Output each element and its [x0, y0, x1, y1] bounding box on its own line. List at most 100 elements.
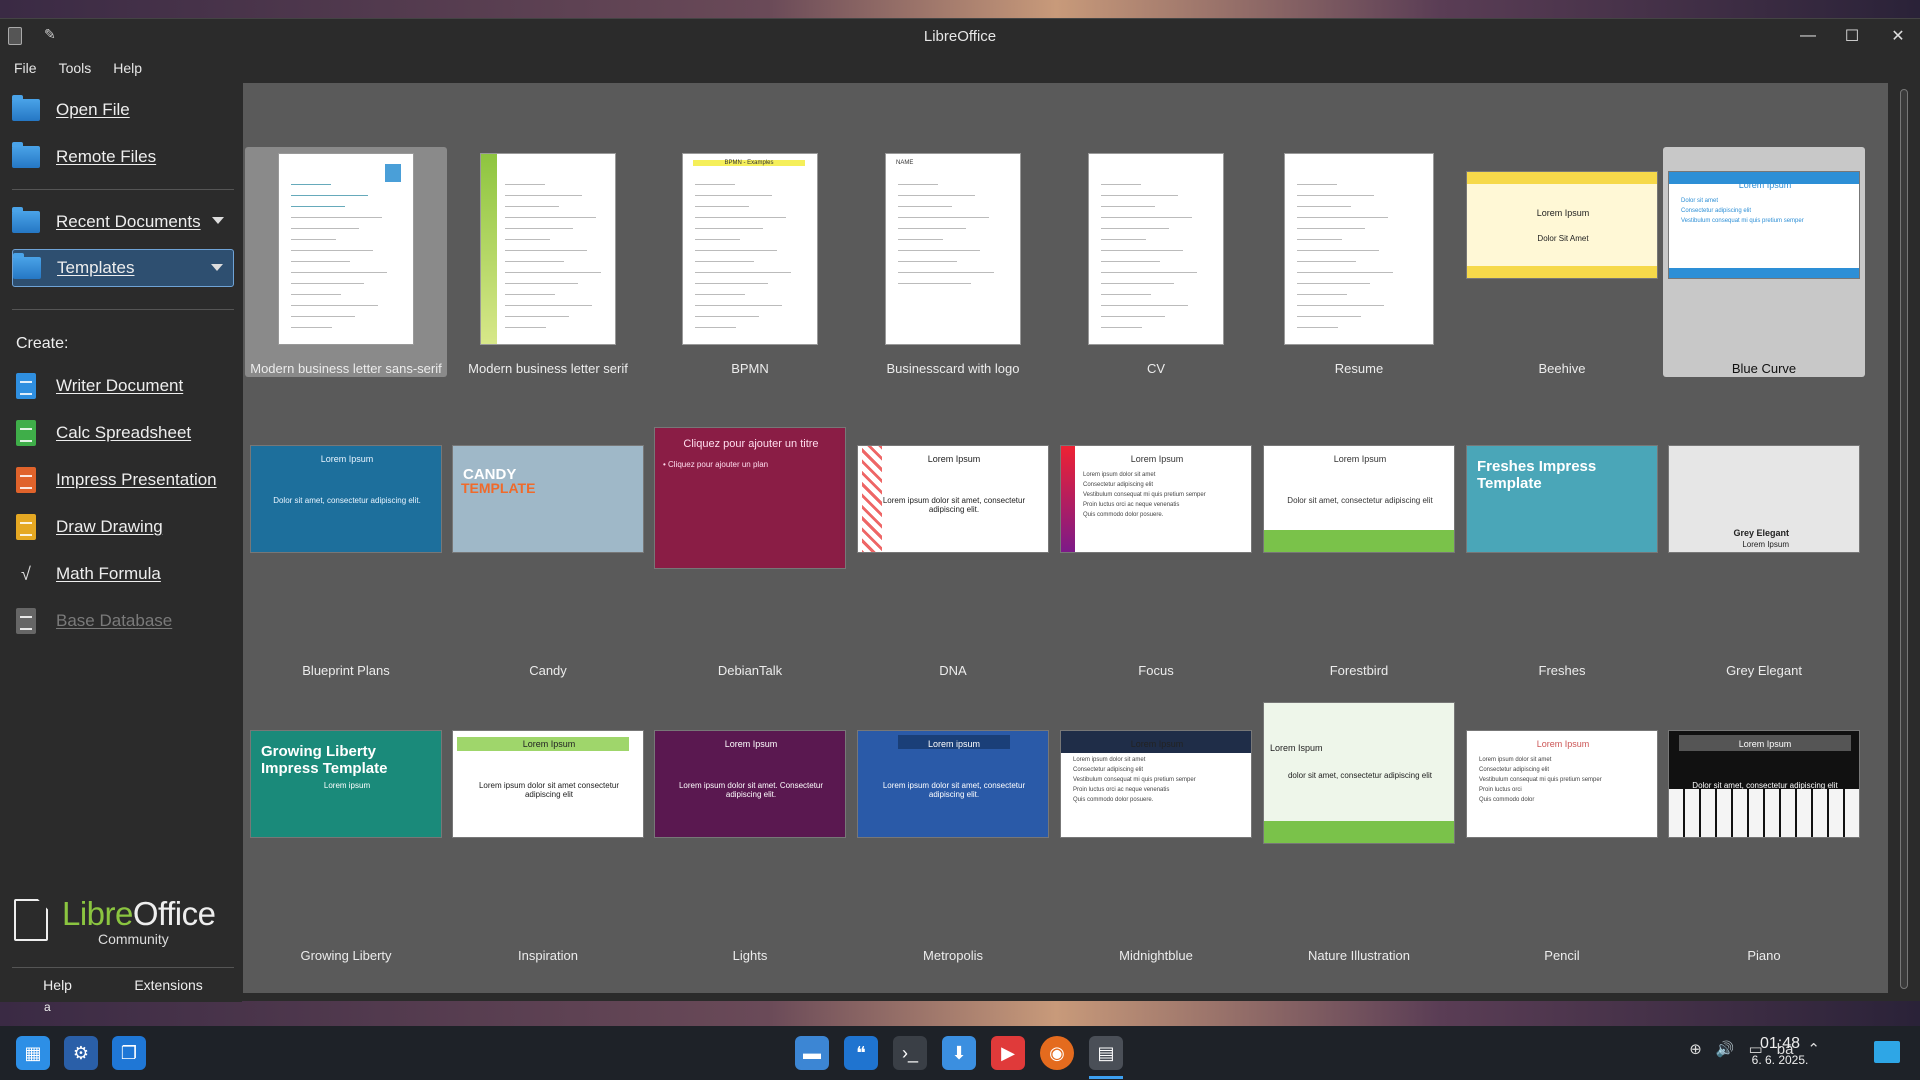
thumbnail-bullet: Consectetur adipiscing elit: [1479, 767, 1550, 773]
thumbnail-title: Lorem Ipsum: [1738, 180, 1792, 190]
draw-icon: [12, 513, 40, 541]
thumbnail-title: Lorem Ipsum: [724, 739, 778, 749]
calc-spreadsheet-button[interactable]: Calc Spreadsheet: [12, 414, 234, 452]
volume-icon[interactable]: 🔊: [1716, 1040, 1735, 1058]
thumbnail-title: Lorem Ipsum: [522, 739, 576, 749]
template-tile[interactable]: Modern business letter serif: [447, 147, 649, 377]
thumbnail-subtitle: • Cliquez pour ajouter un plan: [663, 460, 769, 469]
app-launcher-icon[interactable]: ▦: [16, 1036, 50, 1070]
recent-icon: [12, 207, 40, 236]
open-file-button[interactable]: Open File: [12, 91, 234, 129]
template-tile[interactable]: NAME Businesscard with logo: [852, 147, 1054, 377]
template-thumbnail: [480, 153, 616, 345]
recent-documents-button[interactable]: Recent Documents: [12, 203, 234, 241]
calc-icon: [12, 419, 40, 447]
template-tile[interactable]: Lorem Ipsum Lorem ipsum dolor sit amet co…: [447, 706, 649, 963]
template-tile[interactable]: Lorem Ipsum Lorem ipsum dolor sit amet. C…: [649, 706, 851, 963]
thumbnail-subtitle: TEMPLATE: [461, 480, 536, 496]
template-tile[interactable]: Grey Elegant Lorem Ipsum Grey Elegant: [1663, 421, 1865, 678]
math-formula-button[interactable]: √ Math Formula: [12, 555, 234, 593]
template-name: Resume: [1334, 361, 1384, 376]
impress-presentation-button[interactable]: Impress Presentation: [12, 461, 234, 499]
menu-file[interactable]: File: [6, 60, 51, 76]
templates-button[interactable]: Templates: [12, 249, 234, 287]
recent-documents-label: Recent Documents: [56, 212, 201, 231]
template-name: Focus: [1138, 663, 1174, 678]
libreoffice-window: ✎ LibreOffice — ☐ ✕ File Tools Help Open…: [0, 18, 1920, 1002]
template-tile[interactable]: Cliquez pour ajouter un titre • Cliquez p…: [649, 421, 851, 678]
file-manager-icon[interactable]: ▬: [795, 1036, 829, 1070]
maximize-button[interactable]: ☐: [1838, 25, 1866, 47]
template-tile[interactable]: Freshes Impress Template Freshes: [1461, 421, 1663, 678]
template-tile[interactable]: Modern business letter sans-serif: [245, 147, 447, 377]
template-tile[interactable]: BPMN - Examples BPMN: [649, 147, 851, 377]
template-tile[interactable]: Lorem Ipsum Dolor sit amet, consectetur a…: [1663, 706, 1865, 963]
thumbnail-subtitle: Lorem ipsum: [323, 781, 371, 790]
chevron-down-icon[interactable]: [211, 264, 223, 271]
title-bar[interactable]: ✎ LibreOffice — ☐ ✕: [0, 19, 1920, 53]
clock-date: 6. 6. 2025.: [1751, 1053, 1809, 1067]
thumbnail-bullet: Vestibulum consequat mi quis pretium sem…: [1073, 777, 1196, 783]
firefox-icon[interactable]: ◉: [1040, 1036, 1074, 1070]
updates-icon[interactable]: ⬇: [942, 1036, 976, 1070]
close-button[interactable]: ✕: [1884, 25, 1912, 47]
media-player-icon[interactable]: ▶: [991, 1036, 1025, 1070]
template-tile[interactable]: Lorem Ipsum Lorem ipsum dolor sit amet Con…: [1055, 421, 1257, 678]
thumbnail-bullet: Lorem ipsum dolor sit amet: [1073, 757, 1146, 763]
thumbnail-bullet: Vestibulum consequat mi quis pretium sem…: [1083, 492, 1206, 498]
template-name: Blueprint Plans: [302, 663, 390, 678]
libreoffice-task-icon[interactable]: ▤: [1089, 1036, 1123, 1070]
virtual-desktops-icon[interactable]: ❐: [112, 1036, 146, 1070]
thumbnail-subtitle: Dolor sit amet, consectetur adipiscing e…: [1287, 496, 1433, 505]
template-tile[interactable]: Lorem Ipsum Dolor sit amet, consectetur a…: [1258, 421, 1460, 678]
thumbnail-title: Cliquez pour ajouter un titre: [683, 438, 819, 450]
clock[interactable]: 01:48 6. 6. 2025.: [1745, 1035, 1815, 1067]
thumbnail-bullet: Proin luctus orci ac neque venenatis: [1073, 787, 1170, 793]
template-thumbnail: Lorem Ipsum Lorem ipsum dolor sit amet Con…: [1060, 730, 1252, 838]
math-icon: √: [21, 563, 31, 584]
menu-help[interactable]: Help: [105, 60, 156, 76]
template-tile[interactable]: Lorem Ipsum Lorem ipsum dolor sit amet Con…: [1461, 706, 1663, 963]
templates-icon: [13, 253, 41, 282]
extensions-button[interactable]: Extensions: [134, 977, 202, 993]
template-name: Inspiration: [518, 948, 578, 963]
template-tile[interactable]: Growing Liberty Impress Template Lorem ip…: [245, 706, 447, 963]
thumbnail-title: Lorem Ipsum: [1536, 739, 1590, 749]
draw-drawing-button[interactable]: Draw Drawing: [12, 508, 234, 546]
thumbnail-subtitle: Lorem Ipsum: [1742, 540, 1789, 549]
vertical-scrollbar[interactable]: [1898, 89, 1910, 995]
thumbnail-title: Lorem Ispum: [1270, 743, 1323, 753]
thumbnail-bullet: Vestibulum consequat mi quis pretium sem…: [1681, 218, 1804, 224]
menu-tools[interactable]: Tools: [51, 60, 106, 76]
remote-files-button[interactable]: Remote Files: [12, 138, 234, 176]
template-tile[interactable]: Lorem Ipsum Dolor sit amet, consectetur a…: [245, 421, 447, 678]
show-desktop-button[interactable]: [1874, 1041, 1900, 1063]
terminal-icon[interactable]: ›_: [893, 1036, 927, 1070]
template-thumbnail: Lorem Ipsum Lorem ipsum dolor sit amet Con…: [1466, 730, 1658, 838]
template-tile[interactable]: Lorem Ipsum Lorem ipsum dolor sit amet Con…: [1055, 706, 1257, 963]
minimize-button[interactable]: —: [1794, 25, 1822, 47]
template-tile[interactable]: CANDY TEMPLATE Candy: [447, 421, 649, 678]
template-tile[interactable]: Lorem ipsum Lorem ipsum dolor sit amet, c…: [852, 706, 1054, 963]
template-name: Businesscard with logo: [886, 361, 1020, 376]
thumbnail-title: Growing Liberty Impress Template: [261, 743, 388, 777]
scrollbar-thumb[interactable]: [1900, 89, 1908, 989]
template-name: Beehive: [1538, 361, 1586, 376]
template-tile[interactable]: Resume: [1258, 147, 1460, 377]
template-tile[interactable]: CV: [1055, 147, 1257, 377]
divider: [12, 309, 234, 310]
template-tile[interactable]: Lorem Ipsum Dolor sit amet Consectetur adi…: [1663, 147, 1865, 377]
writer-document-button[interactable]: Writer Document: [12, 367, 234, 405]
network-status-icon[interactable]: ⊕: [1689, 1040, 1702, 1058]
help-button[interactable]: Help: [43, 977, 72, 993]
chevron-down-icon[interactable]: [212, 217, 224, 224]
discover-store-icon[interactable]: ❝: [844, 1036, 878, 1070]
system-settings-icon[interactable]: ⚙: [64, 1036, 98, 1070]
template-tile[interactable]: Lorem Ispum dolor sit amet, consectetur a…: [1258, 702, 1460, 963]
template-thumbnail: Growing Liberty Impress Template Lorem ip…: [250, 730, 442, 838]
template-tile[interactable]: Lorem Ipsum Lorem ipsum dolor sit amet, c…: [852, 421, 1054, 678]
base-database-button[interactable]: Base Database: [12, 602, 234, 640]
template-tile[interactable]: Lorem Ipsum Dolor Sit Amet Beehive: [1461, 147, 1663, 377]
template-name: Modern business letter sans-serif: [250, 361, 442, 376]
template-thumbnail: CANDY TEMPLATE: [452, 445, 644, 553]
